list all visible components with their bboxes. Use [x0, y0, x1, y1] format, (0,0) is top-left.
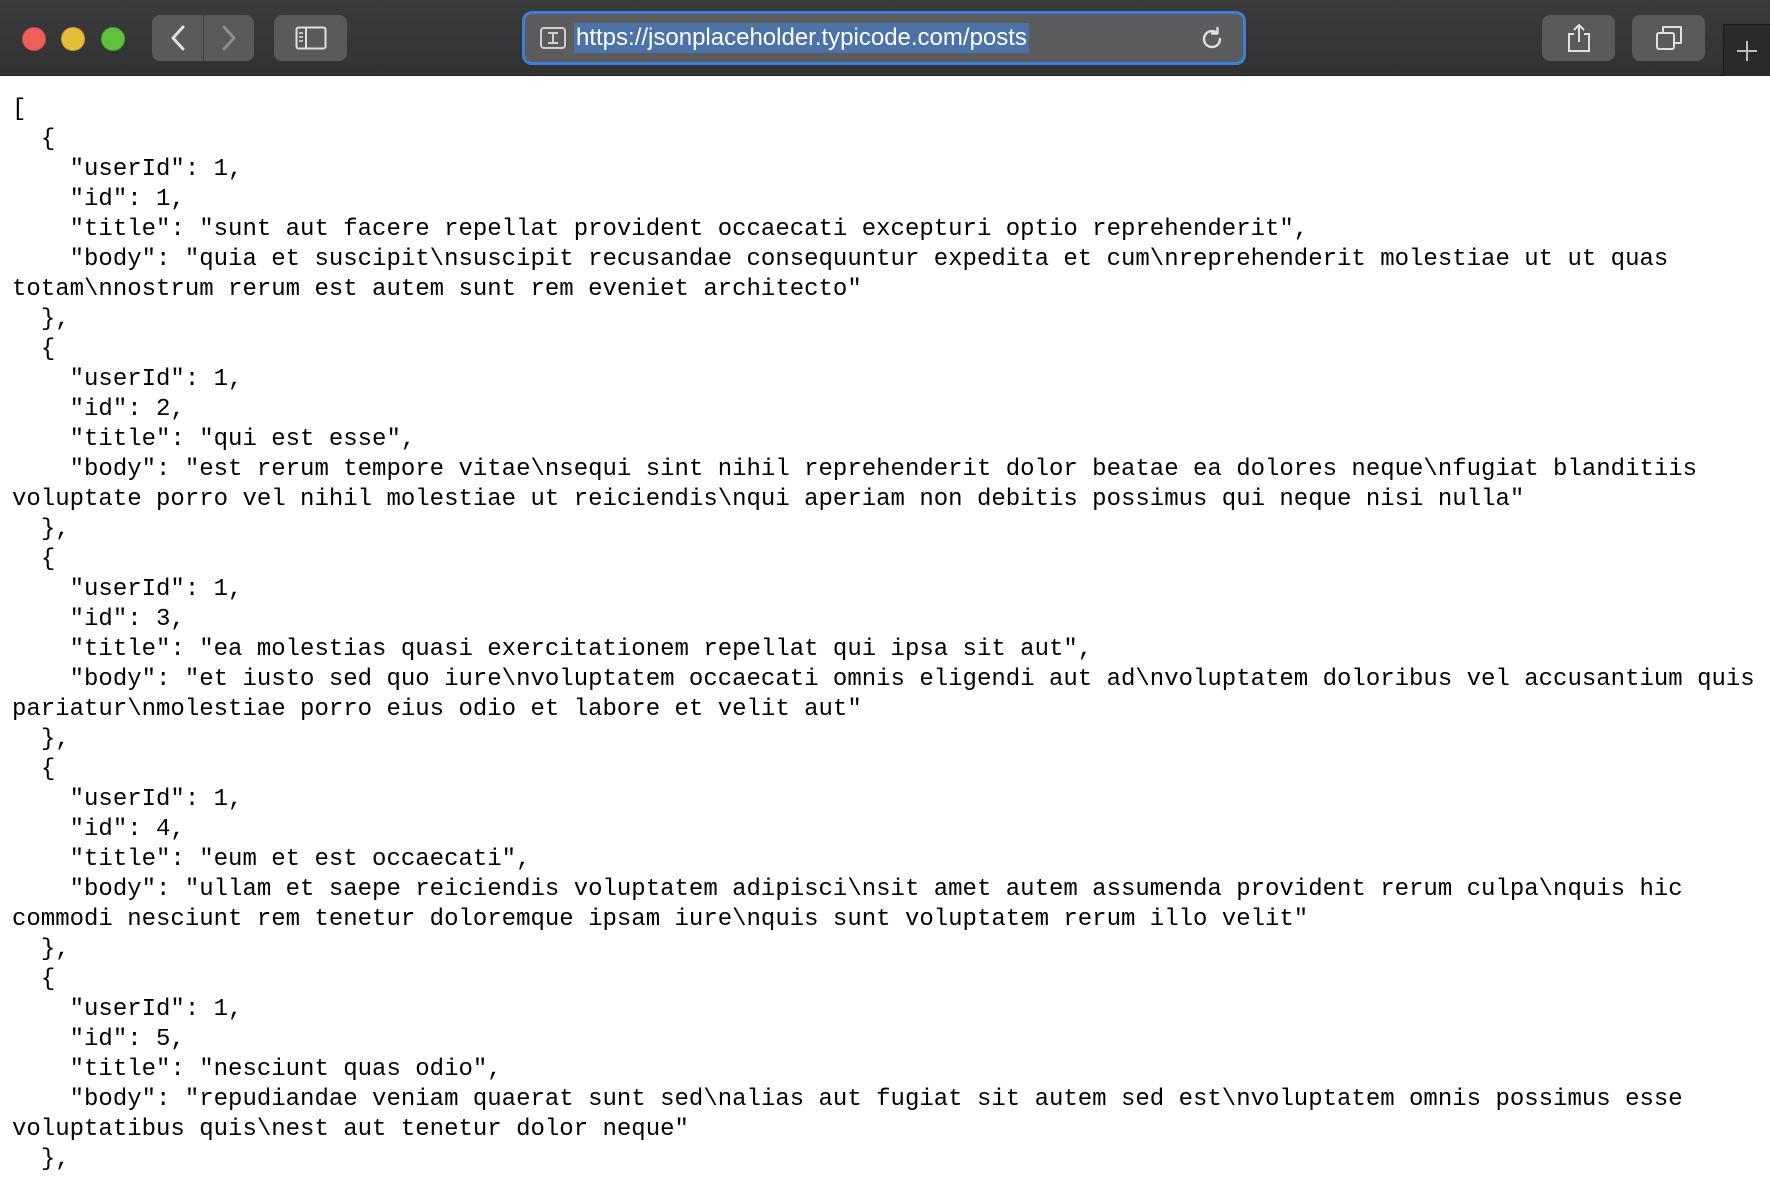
json-line: { [12, 966, 56, 993]
share-icon [1567, 24, 1590, 52]
json-line: "body": "ullam et saepe reiciendis volup… [12, 876, 1698, 933]
json-line: }, [12, 936, 70, 963]
json-line: "body": "repudiandae veniam quaerat sunt… [12, 1086, 1698, 1143]
json-line: "id": 2, [12, 396, 185, 423]
sidebar-button[interactable] [274, 15, 347, 61]
reload-button[interactable] [1197, 24, 1227, 54]
close-window-button[interactable] [22, 27, 46, 51]
new-tab-button[interactable] [1723, 24, 1770, 76]
browser-toolbar: https://jsonplaceholder.typicode.com/pos… [0, 0, 1770, 76]
reader-icon[interactable] [538, 23, 568, 53]
minimize-window-button[interactable] [61, 27, 85, 51]
json-line: "userId": 1, [12, 996, 243, 1023]
zoom-window-button[interactable] [101, 27, 125, 51]
plus-icon [1737, 40, 1757, 61]
navigation-buttons [152, 15, 254, 61]
json-line: }, [12, 516, 70, 543]
json-line: "userId": 1, [12, 366, 243, 393]
chevron-left-icon [171, 25, 184, 51]
tab-overview-icon [1655, 26, 1682, 50]
tab-overview-button[interactable] [1632, 15, 1705, 61]
sidebar-icon [295, 26, 326, 50]
json-line: { [12, 336, 56, 363]
page-content: [ { "userId": 1, "id": 1, "title": "sunt… [0, 77, 1770, 1200]
json-line: { [12, 126, 56, 153]
address-bar[interactable]: https://jsonplaceholder.typicode.com/pos… [522, 11, 1246, 65]
json-line: "body": "et iusto sed quo iure\nvoluptat… [12, 666, 1770, 723]
json-line: "body": "est rerum tempore vitae\nsequi … [12, 456, 1712, 513]
json-line: "userId": 1, [12, 576, 243, 603]
json-line: "title": "sunt aut facere repellat provi… [12, 216, 1309, 243]
reload-icon [1202, 26, 1222, 49]
json-line: { [12, 756, 56, 783]
json-line: { [12, 546, 56, 573]
json-line: "title": "eum et est occaecati", [12, 846, 531, 873]
json-line: "body": "quia et suscipit\nsuscipit recu… [12, 246, 1683, 303]
json-line: "id": 5, [12, 1026, 185, 1053]
url-text[interactable]: https://jsonplaceholder.typicode.com/pos… [574, 23, 1029, 53]
back-button[interactable] [152, 15, 203, 61]
json-line: "userId": 1, [12, 786, 243, 813]
chevron-right-icon [222, 25, 236, 51]
json-line: "title": "nesciunt quas odio", [12, 1056, 502, 1083]
json-line: "title": "ea molestias quasi exercitatio… [12, 636, 1093, 663]
share-button[interactable] [1542, 15, 1615, 61]
json-line: "id": 4, [12, 816, 185, 843]
json-line: "id": 3, [12, 606, 185, 633]
forward-button[interactable] [203, 15, 254, 61]
json-line: }, [12, 306, 70, 333]
json-line: "userId": 1, [12, 156, 243, 183]
json-line: }, [12, 726, 70, 753]
json-line: [ [12, 96, 27, 123]
json-line: "id": 1, [12, 186, 185, 213]
json-line: "title": "qui est esse", [12, 426, 416, 453]
json-viewer: [ { "userId": 1, "id": 1, "title": "sunt… [0, 77, 1770, 1175]
json-line: }, [12, 1146, 70, 1173]
